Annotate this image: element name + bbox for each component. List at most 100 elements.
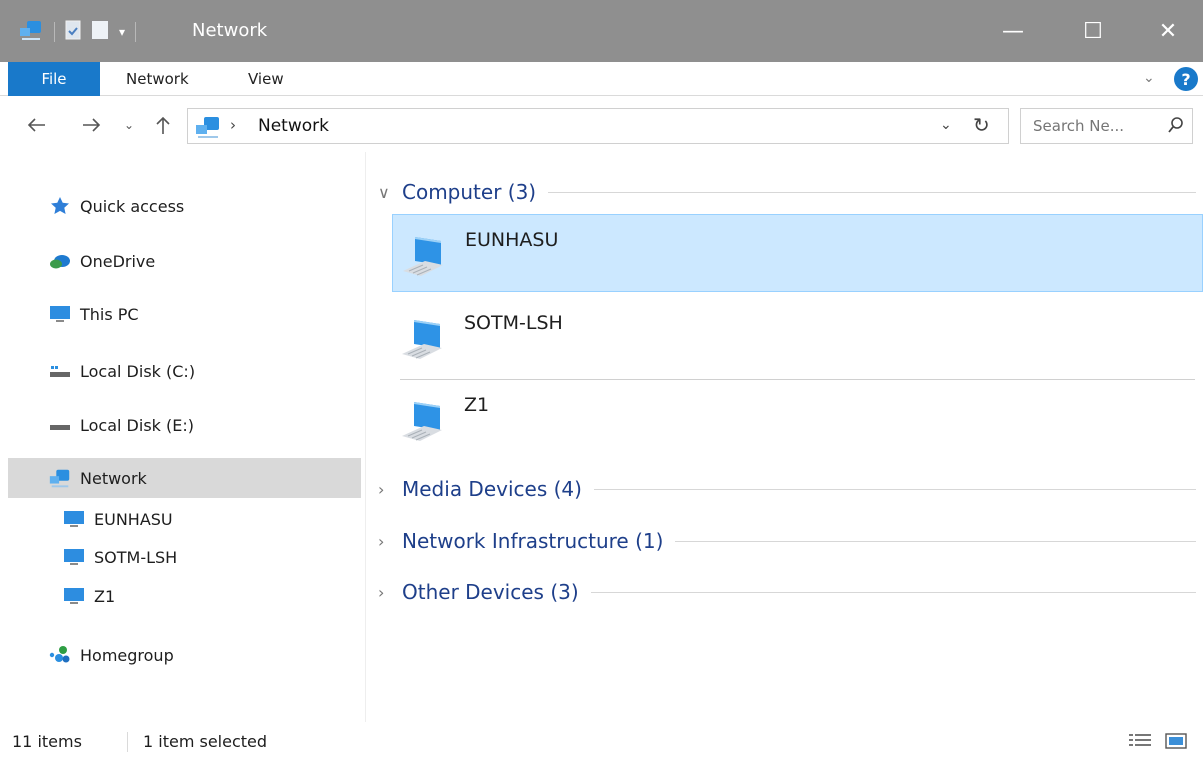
- close-button[interactable]: ✕: [1138, 12, 1198, 50]
- monitor-icon: [48, 302, 72, 326]
- tab-file[interactable]: File: [8, 62, 100, 96]
- group-header-computer[interactable]: ∨ Computer (3): [378, 177, 1196, 207]
- nav-item-quick-access[interactable]: Quick access: [8, 186, 361, 226]
- minimize-button[interactable]: —: [983, 12, 1043, 50]
- group-label: Network Infrastructure (1): [402, 529, 664, 553]
- chevron-right-icon[interactable]: ›: [378, 532, 402, 551]
- tab-network[interactable]: Network: [126, 62, 189, 96]
- minimize-icon: —: [1002, 18, 1024, 44]
- drive-icon: [48, 359, 72, 383]
- up-button[interactable]: [148, 110, 178, 140]
- large-icons-view-icon[interactable]: [1165, 732, 1187, 754]
- status-bar: 11 items 1 item selected: [0, 722, 1203, 760]
- group-divider: [675, 540, 1196, 542]
- nav-item-eunhasu[interactable]: EUNHASU: [8, 501, 361, 537]
- monitor-icon: [62, 545, 86, 569]
- nav-item-local-disk-e[interactable]: Local Disk (E:): [8, 405, 361, 445]
- monitor-icon: [62, 507, 86, 531]
- properties-icon[interactable]: [65, 20, 81, 44]
- nav-item-label: Quick access: [80, 196, 185, 216]
- search-icon[interactable]: [1167, 116, 1185, 134]
- computer-name: SOTM-LSH: [464, 312, 563, 334]
- tab-view[interactable]: View: [248, 62, 284, 96]
- star-icon: [48, 194, 72, 218]
- group-header-media-devices[interactable]: › Media Devices (4): [378, 474, 1196, 504]
- group-label: Other Devices (3): [402, 580, 579, 604]
- window-title: Network: [192, 20, 268, 41]
- nav-item-onedrive[interactable]: OneDrive: [8, 241, 361, 281]
- nav-item-z1[interactable]: Z1: [8, 578, 361, 614]
- chevron-down-icon: ⌄: [123, 118, 135, 132]
- toolbar-separator: [54, 22, 55, 42]
- close-icon: ✕: [1158, 18, 1178, 44]
- expand-ribbon-icon[interactable]: ⌄: [1143, 70, 1155, 86]
- customize-toolbar-chevron-icon[interactable]: ▾: [119, 25, 125, 39]
- maximize-icon: ☐: [1083, 18, 1103, 44]
- network-icon: [194, 115, 222, 143]
- drive-icon: [48, 413, 72, 437]
- title-bar: ▾ Network — ☐ ✕: [0, 0, 1203, 62]
- group-header-network-infrastructure[interactable]: › Network Infrastructure (1): [378, 526, 1196, 556]
- group-divider: [548, 191, 1196, 193]
- address-bar[interactable]: › Network ⌄ ↻: [187, 108, 1009, 144]
- nav-item-this-pc[interactable]: This PC: [8, 294, 361, 334]
- address-dropdown-icon[interactable]: ⌄: [940, 117, 952, 133]
- maximize-button[interactable]: ☐: [1063, 12, 1123, 50]
- computer-name: Z1: [464, 394, 490, 416]
- group-header-other-devices[interactable]: › Other Devices (3): [378, 577, 1196, 607]
- group-label: Computer (3): [402, 180, 537, 204]
- navigation-pane: Quick access OneDrive This PC Local Disk…: [0, 152, 366, 722]
- selection-count: 1 item selected: [143, 732, 268, 751]
- computer-item-eunhasu[interactable]: EUNHASU: [392, 214, 1203, 292]
- item-count: 11 items: [12, 732, 82, 751]
- nav-item-label: OneDrive: [80, 251, 156, 271]
- nav-item-label: Network: [80, 468, 147, 488]
- nav-item-local-disk-c[interactable]: Local Disk (C:): [8, 351, 361, 391]
- nav-item-label: Local Disk (E:): [80, 415, 194, 435]
- nav-item-label: Homegroup: [80, 645, 174, 665]
- group-divider: [590, 591, 1196, 593]
- back-button[interactable]: [22, 110, 52, 140]
- nav-item-label: SOTM-LSH: [94, 547, 178, 567]
- nav-item-label: Local Disk (C:): [80, 361, 196, 381]
- computer-icon: [398, 398, 446, 446]
- status-separator: [127, 732, 128, 752]
- network-icon: [48, 466, 72, 490]
- computer-icon: [399, 233, 447, 281]
- file-list: ∨ Computer (3) EUNHASU SOTM-LSH Z1 › Med…: [370, 152, 1203, 722]
- chevron-down-icon[interactable]: ∨: [378, 183, 402, 202]
- navigation-bar: ⌄ › Network ⌄ ↻: [0, 100, 1203, 152]
- homegroup-icon: [48, 643, 72, 667]
- ribbon: File Network View ⌄ ?: [0, 62, 1203, 96]
- chevron-right-icon[interactable]: ›: [378, 480, 402, 499]
- network-icon[interactable]: [18, 19, 44, 45]
- search-box[interactable]: [1020, 108, 1193, 144]
- refresh-icon[interactable]: ↻: [973, 113, 990, 137]
- group-label: Media Devices (4): [402, 477, 582, 501]
- back-arrow-icon: [27, 118, 45, 132]
- nav-item-homegroup[interactable]: Homegroup: [8, 635, 361, 675]
- help-icon[interactable]: ?: [1174, 67, 1198, 91]
- breadcrumb[interactable]: Network: [258, 116, 329, 136]
- new-folder-icon[interactable]: [91, 20, 109, 44]
- forward-button[interactable]: [76, 110, 106, 140]
- breadcrumb-separator-icon[interactable]: ›: [230, 116, 236, 134]
- forward-arrow-icon: [83, 118, 101, 132]
- computer-name: EUNHASU: [465, 229, 559, 251]
- computer-item-z1[interactable]: Z1: [392, 380, 1203, 458]
- nav-item-network[interactable]: Network: [8, 458, 361, 498]
- group-divider: [593, 488, 1196, 490]
- onedrive-icon: [48, 249, 72, 273]
- search-input[interactable]: [1033, 115, 1159, 137]
- nav-item-sotm-lsh[interactable]: SOTM-LSH: [8, 539, 361, 575]
- up-arrow-icon: [156, 116, 170, 134]
- nav-item-label: Z1: [94, 586, 116, 606]
- computer-icon: [398, 316, 446, 364]
- monitor-icon: [62, 584, 86, 608]
- chevron-right-icon[interactable]: ›: [378, 583, 402, 602]
- details-view-icon[interactable]: [1128, 732, 1154, 754]
- toolbar-separator: [135, 22, 137, 42]
- computer-item-sotm-lsh[interactable]: SOTM-LSH: [392, 298, 1203, 376]
- recent-locations-button[interactable]: ⌄: [114, 110, 144, 140]
- nav-item-label: EUNHASU: [94, 509, 173, 529]
